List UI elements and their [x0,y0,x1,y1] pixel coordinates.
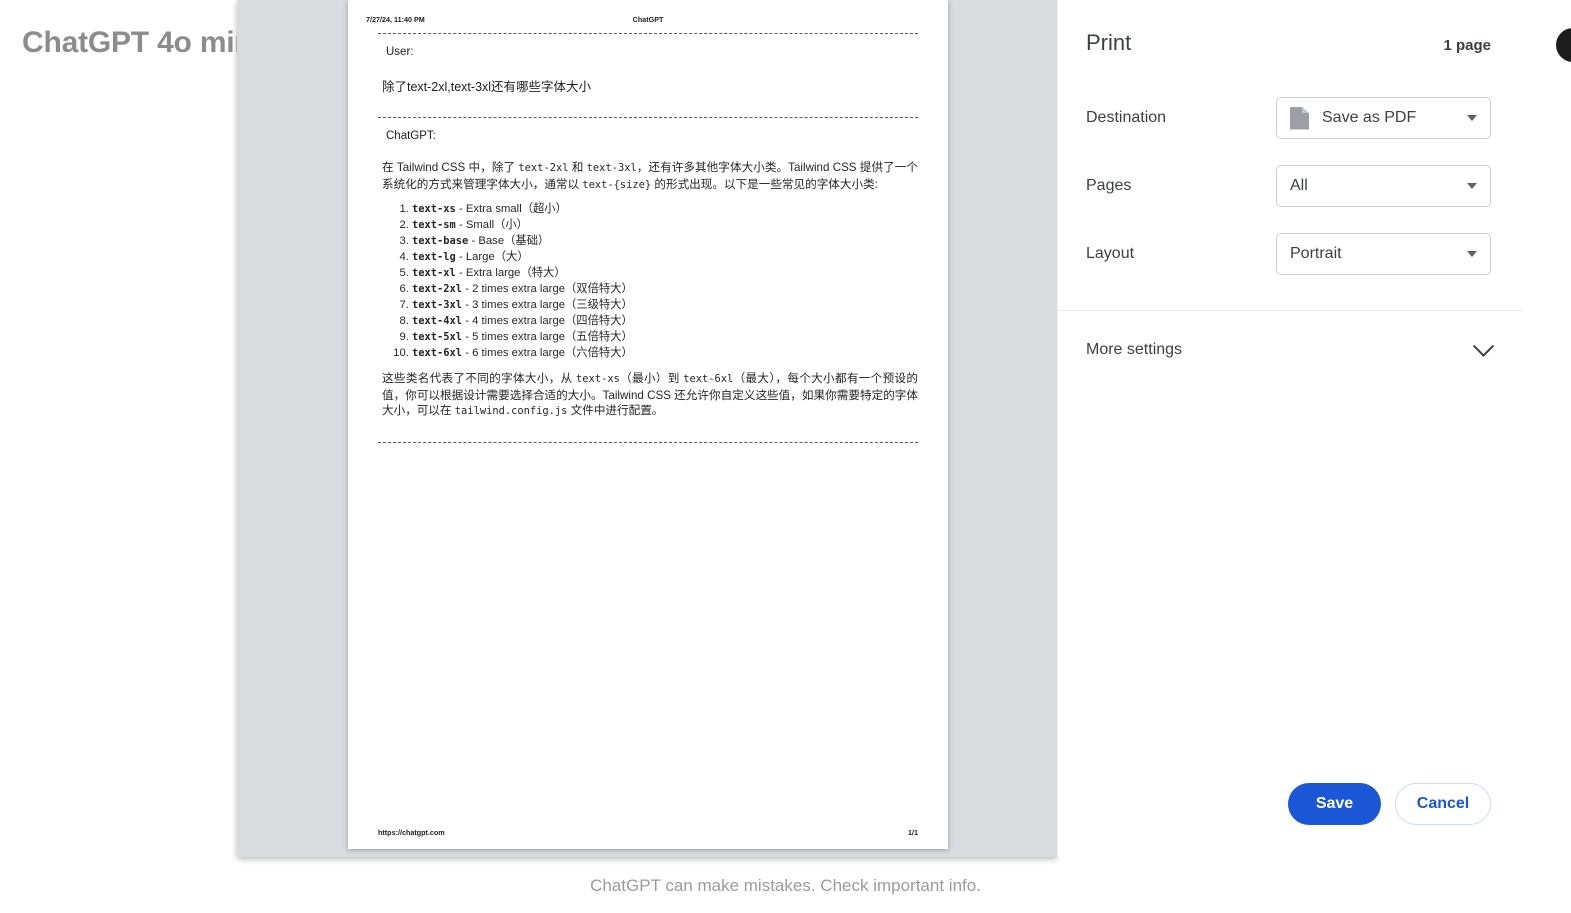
layout-label: Layout [1086,245,1135,262]
user-avatar-icon[interactable] [1556,28,1571,62]
font-size-class-list: text-xs - Extra small（超小）text-sm - Small… [412,201,918,361]
font-size-class-name: text-4xl [412,315,463,328]
outro-paragraph: 这些类名代表了不同的字体大小，从 text-xs（最小）到 text-6xl（最… [382,372,918,418]
font-size-class-name: text-2xl [412,283,463,296]
pages-value: All [1290,177,1308,194]
separator-middle [378,117,918,118]
intro-paragraph: 在 Tailwind CSS 中，除了 text-2xl 和 text-3xl，… [382,161,918,191]
print-dialog-actions: Save Cancel [1288,783,1491,825]
pages-select[interactable]: All [1276,165,1491,207]
font-size-description: - Extra large（特大） [458,267,566,280]
layout-value: Portrait [1290,245,1342,262]
pages-label: Pages [1086,177,1132,194]
separator-bottom [378,441,918,443]
list-item: text-4xl - 4 times extra large（四倍特大） [412,313,918,329]
print-panel-header: Print 1 page [1058,0,1523,56]
destination-value: Save as PDF [1322,109,1417,126]
list-item: text-6xl - 6 times extra large（六倍特大） [412,345,918,361]
font-size-class-name: text-lg [412,251,456,264]
save-button[interactable]: Save [1288,783,1381,825]
pages-row: Pages All [1058,152,1523,220]
user-question-text: 除了text-2xl,text-3xl还有哪些字体大小 [382,80,592,94]
print-settings-panel: Print 1 page Destination Save as PDF Pag… [1057,0,1523,857]
print-dialog-overlay: 7/27/24, 11:40 PM ChatGPT User: 除了text-2… [237,0,1523,857]
more-settings-label: More settings [1086,341,1183,358]
list-item: text-lg - Large（大） [412,249,918,265]
print-preview-area: 7/27/24, 11:40 PM ChatGPT User: 除了text-2… [237,0,1057,857]
pdf-footer-url: https://chatgpt.com [378,828,445,837]
list-item: text-sm - Small（小） [412,217,918,233]
pdf-header-title: ChatGPT [632,15,664,24]
user-turn-label: User: [386,46,414,58]
font-size-class-name: text-base [412,235,469,248]
font-size-description: - 4 times extra large（四倍特大） [465,315,633,328]
more-settings-toggle[interactable]: More settings [1058,319,1523,381]
destination-label: Destination [1086,109,1167,126]
assistant-answer: 在 Tailwind CSS 中，除了 text-2xl 和 text-3xl，… [382,160,918,420]
list-item: text-xs - Extra small（超小） [412,201,918,217]
chevron-down-icon [1467,251,1477,257]
font-size-class-name: text-6xl [412,347,463,360]
list-item: text-xl - Extra large（特大） [412,265,918,281]
font-size-description: - Base（基础） [471,235,550,248]
destination-row: Destination Save as PDF [1058,84,1523,152]
layout-select[interactable]: Portrait [1276,233,1491,275]
font-size-class-name: text-xs [412,203,456,216]
pdf-footer: https://chatgpt.com 1/1 [378,828,918,837]
pdf-page-preview[interactable]: 7/27/24, 11:40 PM ChatGPT User: 除了text-2… [348,0,948,849]
chevron-down-icon [1467,183,1477,189]
disclaimer-text: ChatGPT can make mistakes. Check importa… [590,876,981,895]
page-title: ChatGPT 4o mini [22,26,261,59]
chevron-down-icon [1472,335,1495,357]
pdf-document-icon [1290,106,1309,130]
destination-select[interactable]: Save as PDF [1276,97,1491,139]
list-item: text-5xl - 5 times extra large（五倍特大） [412,329,918,345]
assistant-turn-label: ChatGPT: [386,130,436,142]
font-size-description: - 6 times extra large（六倍特大） [465,347,633,360]
print-dialog-title: Print [1086,30,1132,55]
chevron-down-icon [1467,115,1477,121]
separator-top [378,33,918,34]
font-size-description: - 3 times extra large（三级特大） [465,299,633,312]
font-size-class-name: text-5xl [412,331,463,344]
list-item: text-base - Base（基础） [412,233,918,249]
list-item: text-2xl - 2 times extra large（双倍特大） [412,281,918,297]
font-size-description: - 5 times extra large（五倍特大） [465,331,633,344]
font-size-description: - Extra small（超小） [458,203,567,216]
font-size-class-name: text-xl [412,267,456,280]
font-size-description: - 2 times extra large（双倍特大） [465,283,633,296]
panel-divider [1058,310,1523,311]
font-size-class-name: text-sm [412,219,456,232]
page-count-label: 1 page [1443,37,1491,54]
pdf-header: 7/27/24, 11:40 PM ChatGPT [366,15,930,24]
font-size-class-name: text-3xl [412,299,463,312]
pdf-footer-page-indicator: 1/1 [908,828,918,837]
layout-row: Layout Portrait [1058,220,1523,288]
list-item: text-3xl - 3 times extra large（三级特大） [412,297,918,313]
cancel-button[interactable]: Cancel [1395,783,1491,825]
pdf-body: User: 除了text-2xl,text-3xl还有哪些字体大小 ChatGP… [378,33,918,443]
font-size-description: - Large（大） [458,251,529,264]
font-size-description: - Small（小） [458,219,528,232]
